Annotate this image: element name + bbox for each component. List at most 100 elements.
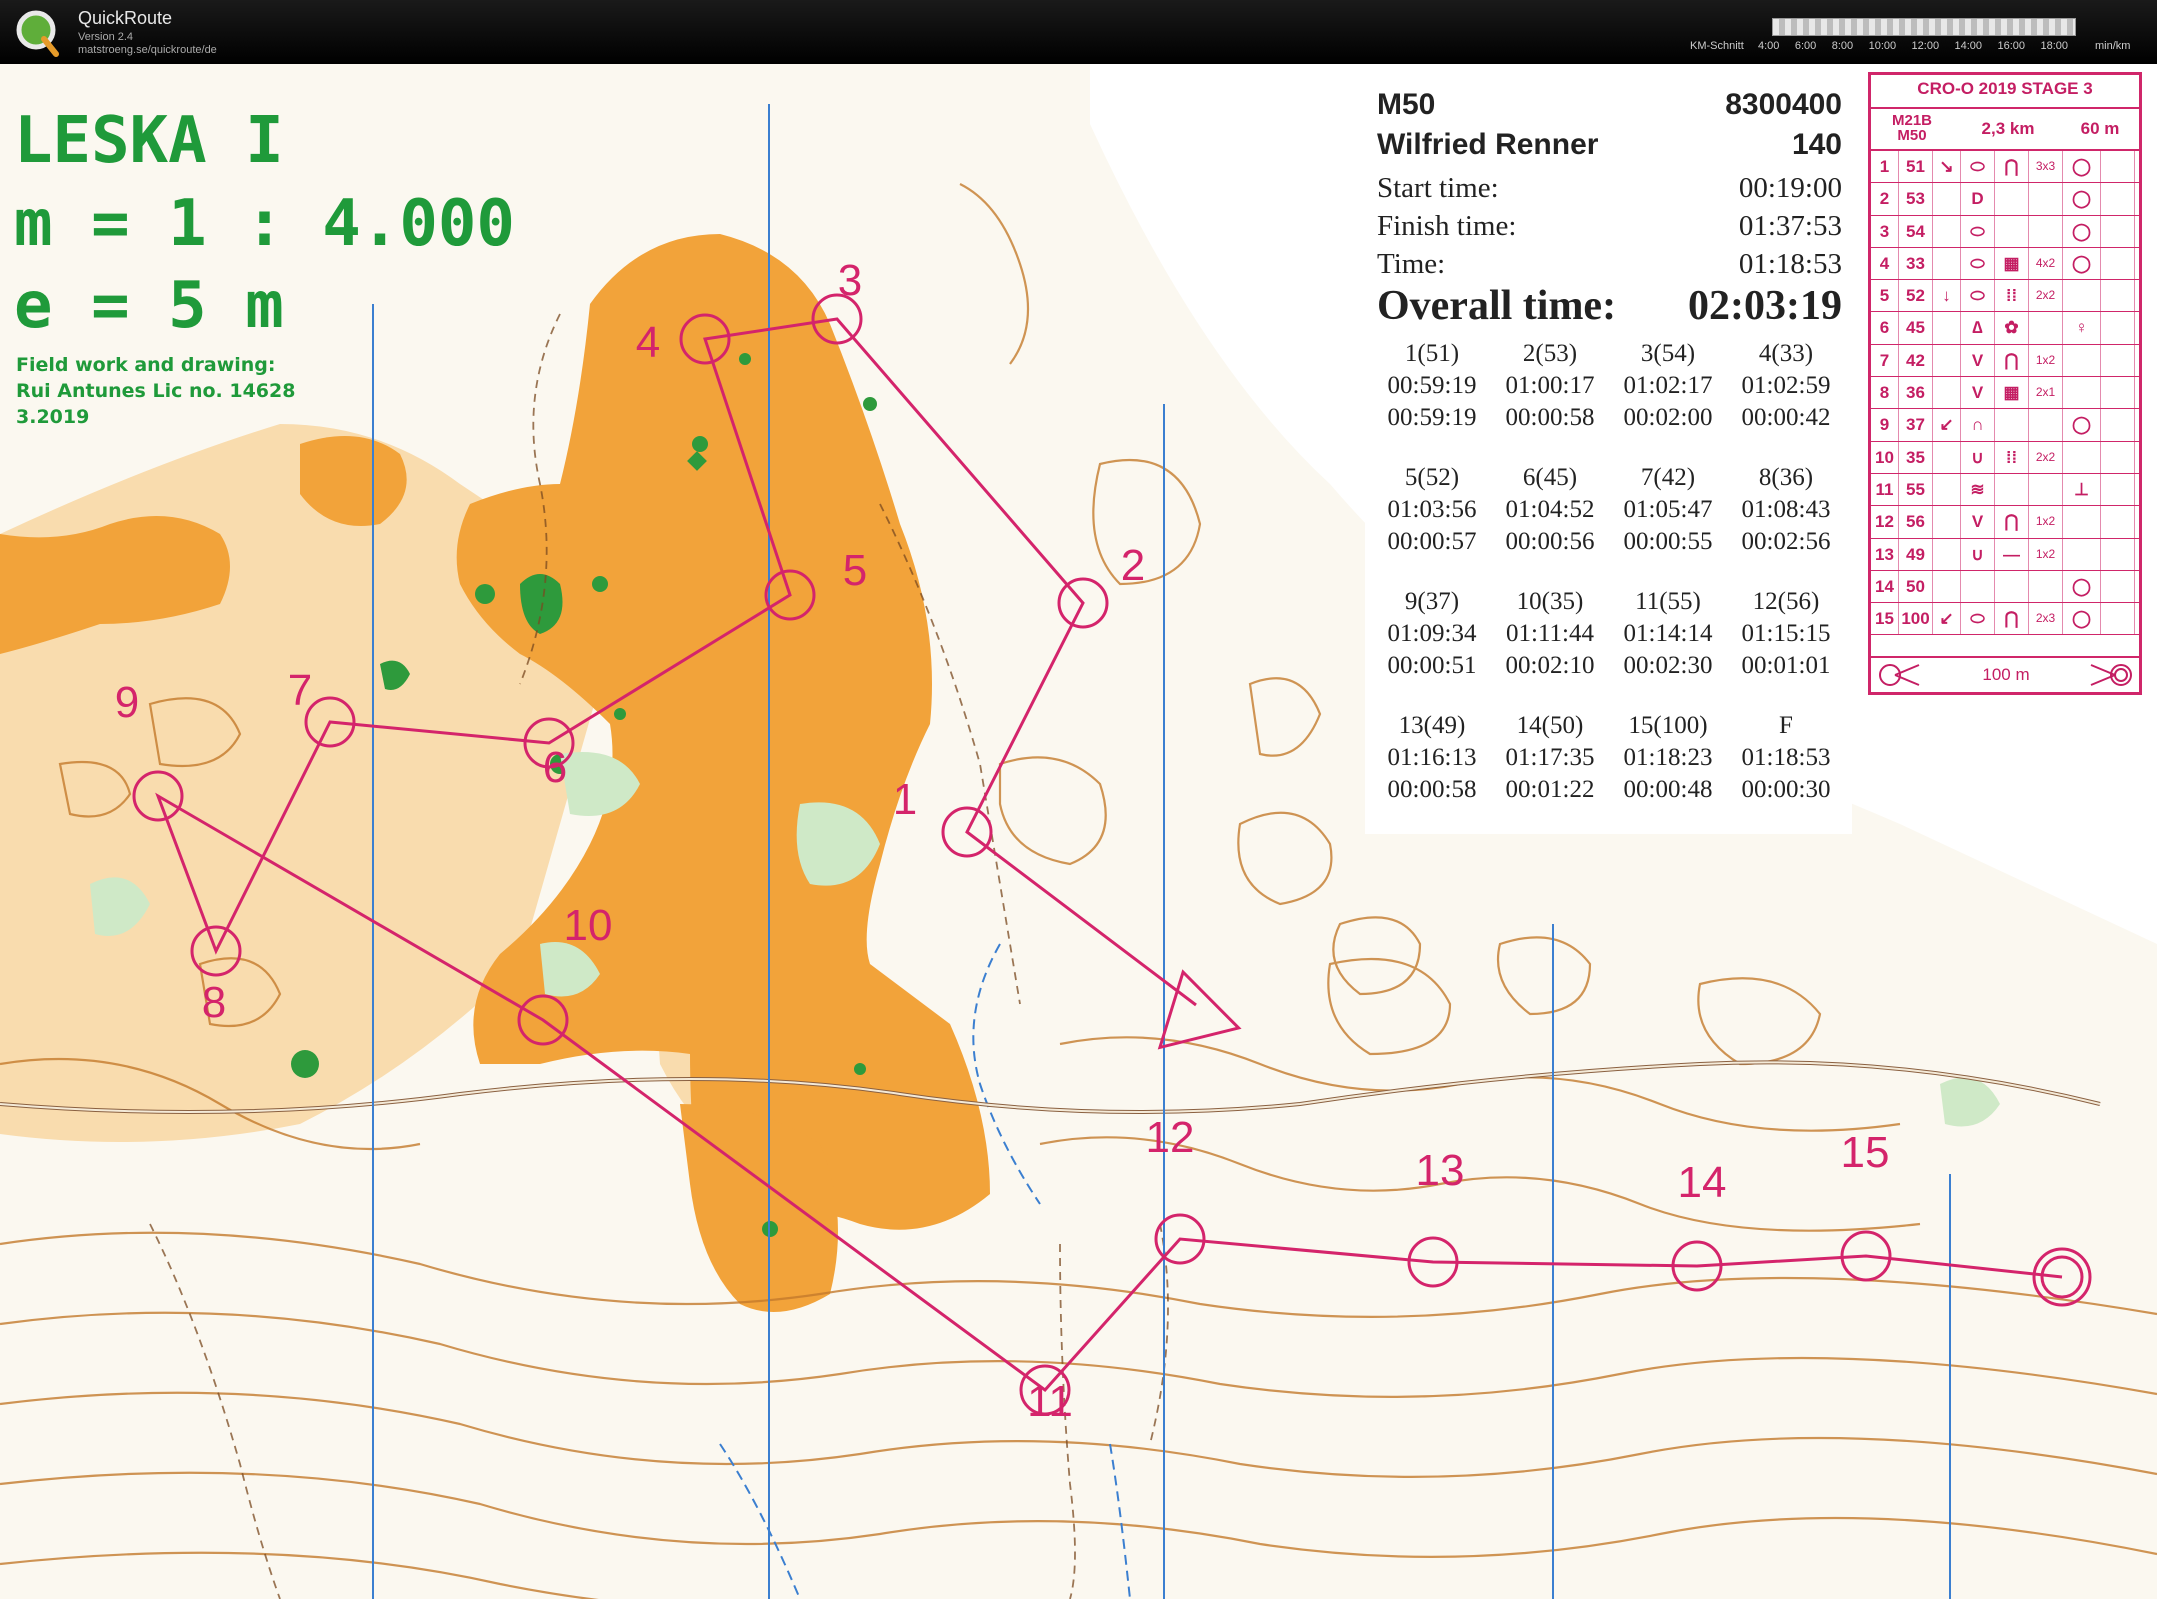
cd-row: 13 49 ∪ —1x2 xyxy=(1871,538,2139,571)
cd-cell: ↓ xyxy=(1933,280,1961,312)
split-control: 9(37) xyxy=(1404,588,1460,615)
split-cumulative: 01:03:56 xyxy=(1387,496,1477,523)
cd-cell xyxy=(2029,570,2063,603)
cd-cell: 4 xyxy=(1871,247,1899,280)
cd-cell xyxy=(1933,538,1961,570)
cd-row: 6 45 ∆ ✿ ♀ xyxy=(1871,312,2139,345)
cd-class: M21B xyxy=(1891,112,1932,129)
cd-cell xyxy=(2101,570,2135,603)
cd-cell xyxy=(1995,409,2029,441)
split-split: 00:00:48 xyxy=(1623,776,1713,803)
cd-cell xyxy=(2063,344,2101,377)
split-cumulative: 01:00:17 xyxy=(1505,372,1595,399)
split-cumulative: 01:09:34 xyxy=(1387,620,1477,647)
control-number: 3 xyxy=(838,256,862,305)
split-cumulative: 01:18:23 xyxy=(1623,744,1713,771)
cd-finish-row: 100 m xyxy=(1871,656,2139,692)
split-group: 9(37) 10(35) 11(55) 12(56) 01:09:34 01:11:44 0… xyxy=(1373,586,1845,682)
split-split: 00:00:58 xyxy=(1387,776,1477,803)
cd-cell: ⋂ xyxy=(1995,151,2029,183)
runner-id: 8300400 xyxy=(1725,88,1842,121)
finish-time-label: Finish time: xyxy=(1377,210,1517,242)
cd-cell: 2x1 xyxy=(2029,377,2063,409)
cd-cell: ⬭ xyxy=(1961,247,1995,280)
split-split: 00:00:57 xyxy=(1387,528,1477,555)
control-number: 2 xyxy=(1121,541,1145,590)
cd-cell xyxy=(2101,409,2135,441)
cd-classes: M21B M50 xyxy=(1879,113,1945,143)
cd-cell: ⁞⁞ xyxy=(1995,280,2029,312)
overall-time-value: 02:03:19 xyxy=(1688,283,1842,329)
cd-cell xyxy=(2101,247,2135,280)
control-description-sheet: CRO-O 2019 STAGE 3 M21B M50 2,3 km 60 m … xyxy=(1868,72,2142,695)
cd-cell: 53 xyxy=(1899,183,1933,215)
cd-cell: 56 xyxy=(1899,506,1933,538)
split-group: 5(52) 6(45) 7(42) 8(36) 01:03:56 01:04:52 01:0… xyxy=(1373,462,1845,558)
cd-cell: ∪ xyxy=(1961,441,1995,473)
split-cumulative: 01:08:43 xyxy=(1741,496,1831,523)
split-split: 00:00:56 xyxy=(1505,528,1595,555)
cd-row: 3 54 ⬭ ◯ xyxy=(1871,215,2139,248)
split-cumulative: 01:02:59 xyxy=(1741,372,1831,399)
cd-cell: 37 xyxy=(1899,409,1933,441)
map-credit-line: 3.2019 xyxy=(16,406,90,428)
pace-tick: 6:00 xyxy=(1794,40,1817,52)
cd-cell xyxy=(2101,506,2135,538)
cd-cell: ⊥ xyxy=(2063,473,2101,506)
split-cumulative: 01:11:44 xyxy=(1506,620,1594,647)
quickroute-logo-icon xyxy=(16,10,59,57)
cd-cell xyxy=(2101,215,2135,247)
split-control: 1(51) xyxy=(1404,340,1460,367)
cd-cell: V xyxy=(1961,377,1995,409)
cd-cell: 11 xyxy=(1871,473,1899,506)
cd-row: 2 53 D ◯ xyxy=(1871,183,2139,216)
cd-cell: 13 xyxy=(1871,538,1899,570)
cd-cell: ⋂ xyxy=(1995,344,2029,377)
cd-cell xyxy=(2101,280,2135,312)
pace-scale-ticks: 4:00 6:00 8:00 10:00 12:00 14:00 16:00 1… xyxy=(1758,40,2068,52)
cd-cell xyxy=(2101,183,2135,215)
cd-cell xyxy=(1933,377,1961,409)
cd-cell xyxy=(2101,473,2135,506)
cd-cell: 10 xyxy=(1871,441,1899,473)
cd-cell: ◯ xyxy=(2063,151,2101,183)
cd-cell: 15 xyxy=(1871,603,1899,635)
control-number: 10 xyxy=(564,901,613,950)
cd-cell: 42 xyxy=(1899,344,1933,377)
split-control: 11(55) xyxy=(1635,588,1701,615)
cd-cell: 1x2 xyxy=(2029,344,2063,377)
cd-row: 1 51 ↘ ⬭ ⋂ 3x3 ◯ xyxy=(1871,151,2139,184)
cd-cell: 6 xyxy=(1871,312,1899,344)
cd-cell: 2x3 xyxy=(2029,603,2063,635)
cd-cell xyxy=(1933,441,1961,473)
cd-cell: ◯ xyxy=(2063,603,2101,635)
split-cumulative: 01:15:15 xyxy=(1741,620,1831,647)
cd-cell: ⋂ xyxy=(1995,603,2029,635)
cd-finish-start-icon xyxy=(1879,664,1920,686)
runner-class: M50 xyxy=(1377,88,1436,121)
split-split: 00:59:19 xyxy=(1387,404,1477,431)
control-number: 5 xyxy=(843,546,867,595)
split-split: 00:00:51 xyxy=(1387,652,1477,679)
control-number: 7 xyxy=(288,666,312,715)
cd-cell xyxy=(2063,377,2101,409)
cd-row: 14 50 ◯ xyxy=(1871,570,2139,604)
cd-cell: 2 xyxy=(1871,183,1899,215)
time-value: 01:18:53 xyxy=(1738,248,1842,280)
split-times: 1(51) 2(53) 3(54) 4(33) 00:59:19 01:00:17 01:0… xyxy=(1373,338,1845,834)
split-split: 00:02:10 xyxy=(1505,652,1595,679)
cd-cell: 36 xyxy=(1899,377,1933,409)
split-control: 14(50) xyxy=(1516,712,1584,739)
pace-color-scale[interactable] xyxy=(1772,18,2076,36)
pace-tick: 8:00 xyxy=(1831,40,1854,52)
split-split: 00:00:30 xyxy=(1741,776,1831,803)
cd-cell: 14 xyxy=(1871,570,1899,603)
split-control: 15(100) xyxy=(1628,712,1708,739)
start-time-label: Start time: xyxy=(1377,172,1499,204)
map-equidistance: e = 5 m xyxy=(14,269,284,343)
cd-cell xyxy=(1933,312,1961,344)
split-cumulative: 01:02:17 xyxy=(1623,372,1713,399)
split-control: 2(53) xyxy=(1522,340,1578,367)
cd-cell xyxy=(2101,603,2135,635)
cd-cell: ⬭ xyxy=(1961,280,1995,312)
